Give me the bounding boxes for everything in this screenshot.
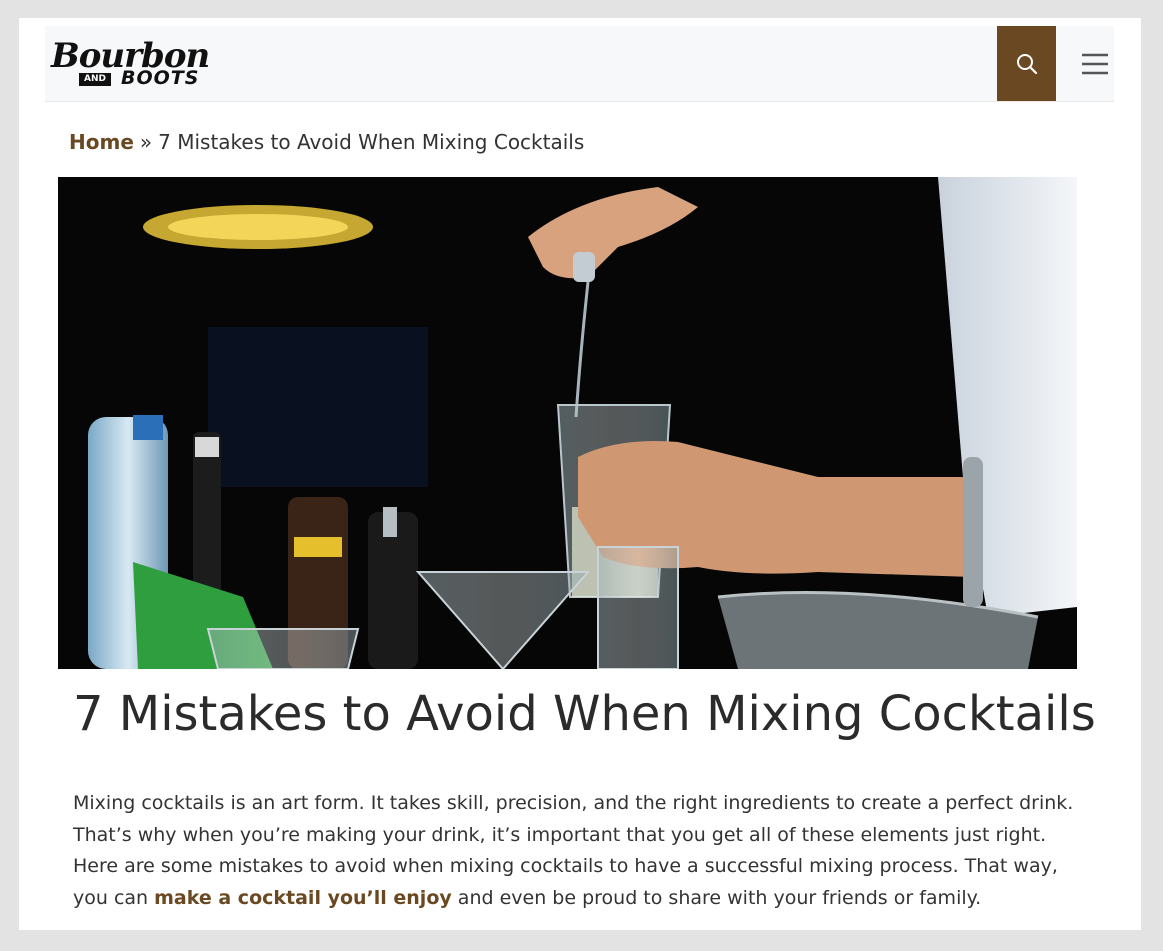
site-logo[interactable]: Bourbon AND BOOTS (51, 36, 211, 92)
breadcrumb-home-link[interactable]: Home (69, 130, 134, 154)
menu-button[interactable] (1065, 26, 1124, 101)
site-header: Bourbon AND BOOTS (45, 26, 1114, 102)
page: Bourbon AND BOOTS Home» 7 Mistakes to Avo… (19, 18, 1141, 930)
logo-and-text: AND (79, 73, 111, 86)
intro-text-end: and even be proud to share with your fri… (451, 887, 982, 910)
breadcrumb: Home» 7 Mistakes to Avoid When Mixing Coc… (69, 128, 584, 156)
breadcrumb-separator: » (139, 130, 153, 154)
hamburger-menu-icon (1081, 53, 1108, 74)
make-cocktail-link[interactable]: make a cocktail you’ll enjoy (154, 887, 452, 909)
breadcrumb-current: 7 Mistakes to Avoid When Mixing Cocktail… (158, 130, 585, 154)
search-icon (1016, 53, 1037, 74)
bartender-pouring-cocktail-image (58, 177, 1077, 669)
article-intro: Mixing cocktails is an art form. It take… (73, 788, 1083, 915)
logo-boots-text: BOOTS (121, 67, 200, 89)
search-button[interactable] (997, 26, 1056, 101)
hero-image (58, 177, 1077, 669)
article-title: 7 Mistakes to Avoid When Mixing Cocktail… (73, 686, 1096, 742)
